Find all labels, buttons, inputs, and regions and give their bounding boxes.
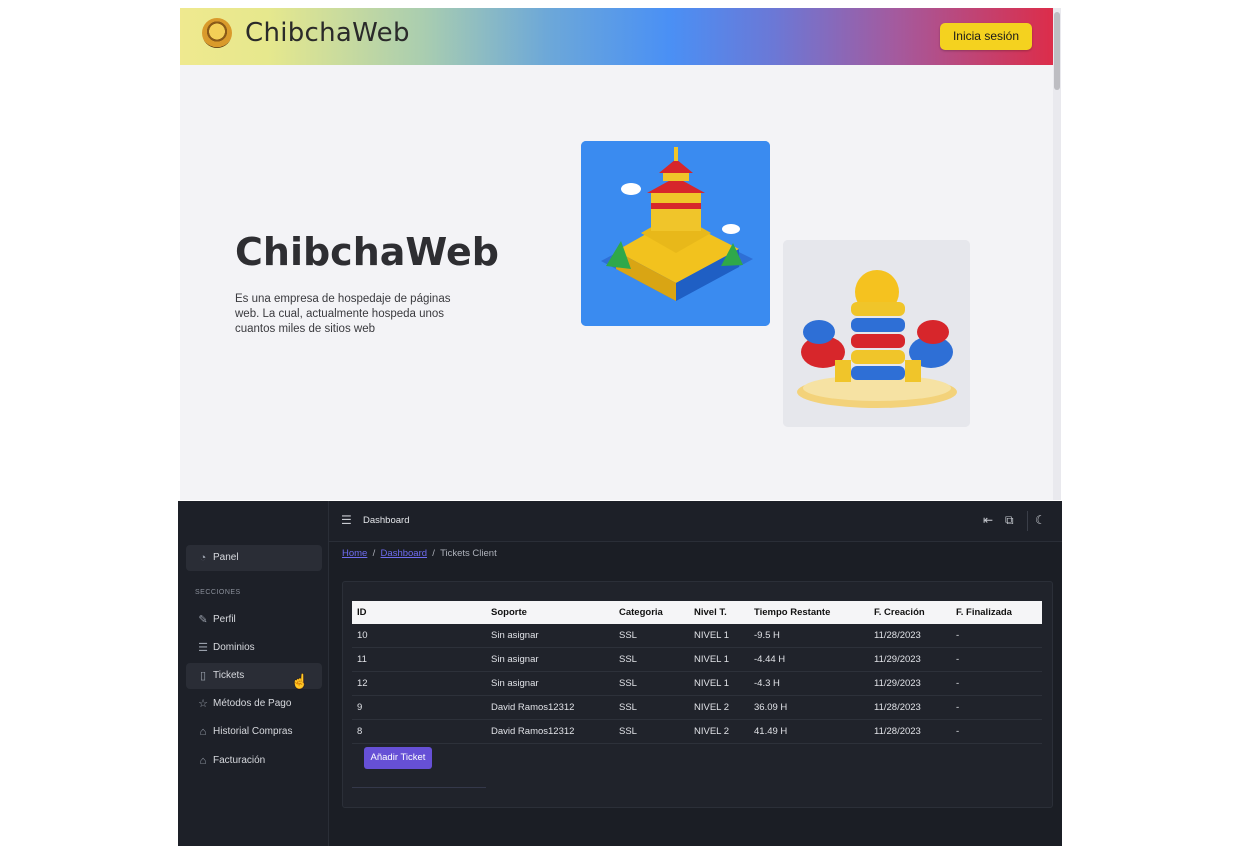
card-divider bbox=[352, 787, 486, 788]
breadcrumb-home-link[interactable]: Home bbox=[342, 548, 367, 559]
sidebar-item-label: Facturación bbox=[213, 755, 266, 766]
table-row[interactable]: 11 Sin asignar SSL NIVEL 1 -4.44 H 11/29… bbox=[352, 647, 1042, 672]
pencil-icon: ✎ bbox=[198, 614, 208, 626]
table-cell: SSL bbox=[614, 695, 689, 720]
landing-page: ChibchaWeb Inicia sesión ChibchaWeb Es u… bbox=[180, 8, 1061, 500]
column-header: Tiempo Restante bbox=[749, 601, 869, 624]
column-header: Nivel T. bbox=[689, 601, 749, 624]
table-cell: - bbox=[951, 671, 1042, 696]
breadcrumb-separator: / bbox=[429, 548, 438, 559]
logout-icon[interactable]: ⇤ bbox=[983, 513, 993, 527]
dashboard: ◔ Panel SECCIONES ✎ Perfil ☰ Dominios ▯ … bbox=[178, 501, 1062, 846]
table-cell: Sin asignar bbox=[486, 671, 614, 696]
login-button[interactable]: Inicia sesión bbox=[940, 23, 1032, 50]
sidebar-item-historial-compras[interactable]: ⌂ Historial Compras bbox=[186, 719, 322, 745]
hero-title: ChibchaWeb bbox=[235, 230, 499, 274]
table-cell: 12 bbox=[352, 671, 486, 696]
table-cell: David Ramos12312 bbox=[486, 695, 614, 720]
page-title: Dashboard bbox=[363, 515, 410, 526]
sidebar-item-label: Perfil bbox=[213, 614, 236, 625]
table-cell: - bbox=[951, 624, 1042, 648]
table-cell: SSL bbox=[614, 671, 689, 696]
bank-icon: ⌂ bbox=[199, 726, 207, 738]
sidebar-item-panel[interactable]: ◔ Panel bbox=[186, 545, 322, 571]
brand-name[interactable]: ChibchaWeb bbox=[245, 18, 410, 48]
sidebar-item-facturacion[interactable]: ⌂ Facturación bbox=[186, 748, 322, 774]
table-cell: SSL bbox=[614, 719, 689, 744]
table-cell: Sin asignar bbox=[486, 647, 614, 672]
table-cell: 41.49 H bbox=[749, 719, 869, 744]
table-cell: SSL bbox=[614, 624, 689, 648]
table-cell: - bbox=[951, 695, 1042, 720]
hand-cursor-icon: ☝ bbox=[291, 673, 309, 689]
table-cell: 11/29/2023 bbox=[869, 671, 951, 696]
star-icon: ☆ bbox=[198, 698, 208, 710]
table-cell: 11/29/2023 bbox=[869, 647, 951, 672]
table-cell: 11/28/2023 bbox=[869, 624, 951, 648]
sidebar-item-label: Panel bbox=[213, 552, 239, 563]
breadcrumb: Home / Dashboard / Tickets Client bbox=[342, 548, 497, 559]
translate-icon[interactable]: ⧉ bbox=[1005, 513, 1014, 528]
scrollbar-thumb[interactable] bbox=[1054, 12, 1060, 90]
breadcrumb-current: Tickets Client bbox=[440, 548, 497, 559]
moon-icon[interactable]: ☾ bbox=[1035, 513, 1046, 527]
table-row[interactable]: 10 Sin asignar SSL NIVEL 1 -9.5 H 11/28/… bbox=[352, 624, 1042, 648]
table-cell: 11/28/2023 bbox=[869, 719, 951, 744]
gauge-icon: ◔ bbox=[199, 552, 207, 564]
sidebar-item-label: Tickets bbox=[213, 670, 245, 681]
table-cell: -4.3 H bbox=[749, 671, 869, 696]
table-cell: 10 bbox=[352, 624, 486, 648]
bank-icon: ⌂ bbox=[199, 755, 207, 767]
table-cell: NIVEL 2 bbox=[689, 695, 749, 720]
list-icon: ☰ bbox=[198, 642, 208, 654]
table-header-row: ID Soporte Categoria Nivel T. Tiempo Res… bbox=[352, 601, 1042, 624]
table-cell: - bbox=[951, 719, 1042, 744]
table-cell: SSL bbox=[614, 647, 689, 672]
sidebar-item-perfil[interactable]: ✎ Perfil bbox=[186, 607, 322, 633]
sidebar-item-metodos-pago[interactable]: ☆ Métodos de Pago bbox=[186, 691, 322, 717]
table-cell: David Ramos12312 bbox=[486, 719, 614, 744]
tickets-card: ID Soporte Categoria Nivel T. Tiempo Res… bbox=[342, 581, 1053, 808]
column-header: Soporte bbox=[486, 601, 614, 624]
table-cell: NIVEL 1 bbox=[689, 671, 749, 696]
table-cell: NIVEL 1 bbox=[689, 624, 749, 648]
tickets-table: ID Soporte Categoria Nivel T. Tiempo Res… bbox=[352, 601, 1042, 744]
table-cell: 36.09 H bbox=[749, 695, 869, 720]
table-row[interactable]: 8 David Ramos12312 SSL NIVEL 2 41.49 H 1… bbox=[352, 719, 1042, 744]
column-header: ID bbox=[352, 601, 486, 624]
breadcrumb-separator: / bbox=[369, 548, 378, 559]
column-header: Categoria bbox=[614, 601, 689, 624]
table-cell: 9 bbox=[352, 695, 486, 720]
table-cell: -4.44 H bbox=[749, 647, 869, 672]
sidebar-item-dominios[interactable]: ☰ Dominios bbox=[186, 635, 322, 661]
table-cell: -9.5 H bbox=[749, 624, 869, 648]
table-cell: 11/28/2023 bbox=[869, 695, 951, 720]
clipboard-icon: ▯ bbox=[199, 670, 207, 682]
topbar: ☰ Dashboard ⇤ ⧉ ☾ bbox=[329, 501, 1062, 542]
sidebar-item-label: Historial Compras bbox=[213, 726, 293, 737]
breadcrumb-dashboard-link[interactable]: Dashboard bbox=[381, 548, 427, 559]
table-cell: 8 bbox=[352, 719, 486, 744]
table-row[interactable]: 12 Sin asignar SSL NIVEL 1 -4.3 H 11/29/… bbox=[352, 671, 1042, 696]
table-cell: Sin asignar bbox=[486, 624, 614, 648]
table-cell: - bbox=[951, 647, 1042, 672]
hamburger-menu-icon[interactable]: ☰ bbox=[341, 513, 352, 527]
sidebar-item-label: Métodos de Pago bbox=[213, 698, 292, 709]
temple-illustration bbox=[581, 141, 770, 326]
hero-description: Es una empresa de hospedaje de páginas w… bbox=[235, 293, 451, 335]
table-cell: 11 bbox=[352, 647, 486, 672]
table-cell: NIVEL 2 bbox=[689, 719, 749, 744]
topbar-divider bbox=[1027, 511, 1028, 531]
logo-icon bbox=[202, 18, 232, 48]
table-cell: NIVEL 1 bbox=[689, 647, 749, 672]
column-header: F. Creación bbox=[869, 601, 951, 624]
add-ticket-button[interactable]: Añadir Ticket bbox=[364, 747, 432, 769]
table-row[interactable]: 9 David Ramos12312 SSL NIVEL 2 36.09 H 1… bbox=[352, 695, 1042, 720]
site-header: ChibchaWeb Inicia sesión bbox=[180, 8, 1053, 65]
sidebar-section-label: SECCIONES bbox=[195, 589, 241, 596]
column-header: F. Finalizada bbox=[951, 601, 1042, 624]
sidebar-item-label: Dominios bbox=[213, 642, 255, 653]
server-illustration bbox=[783, 240, 970, 427]
